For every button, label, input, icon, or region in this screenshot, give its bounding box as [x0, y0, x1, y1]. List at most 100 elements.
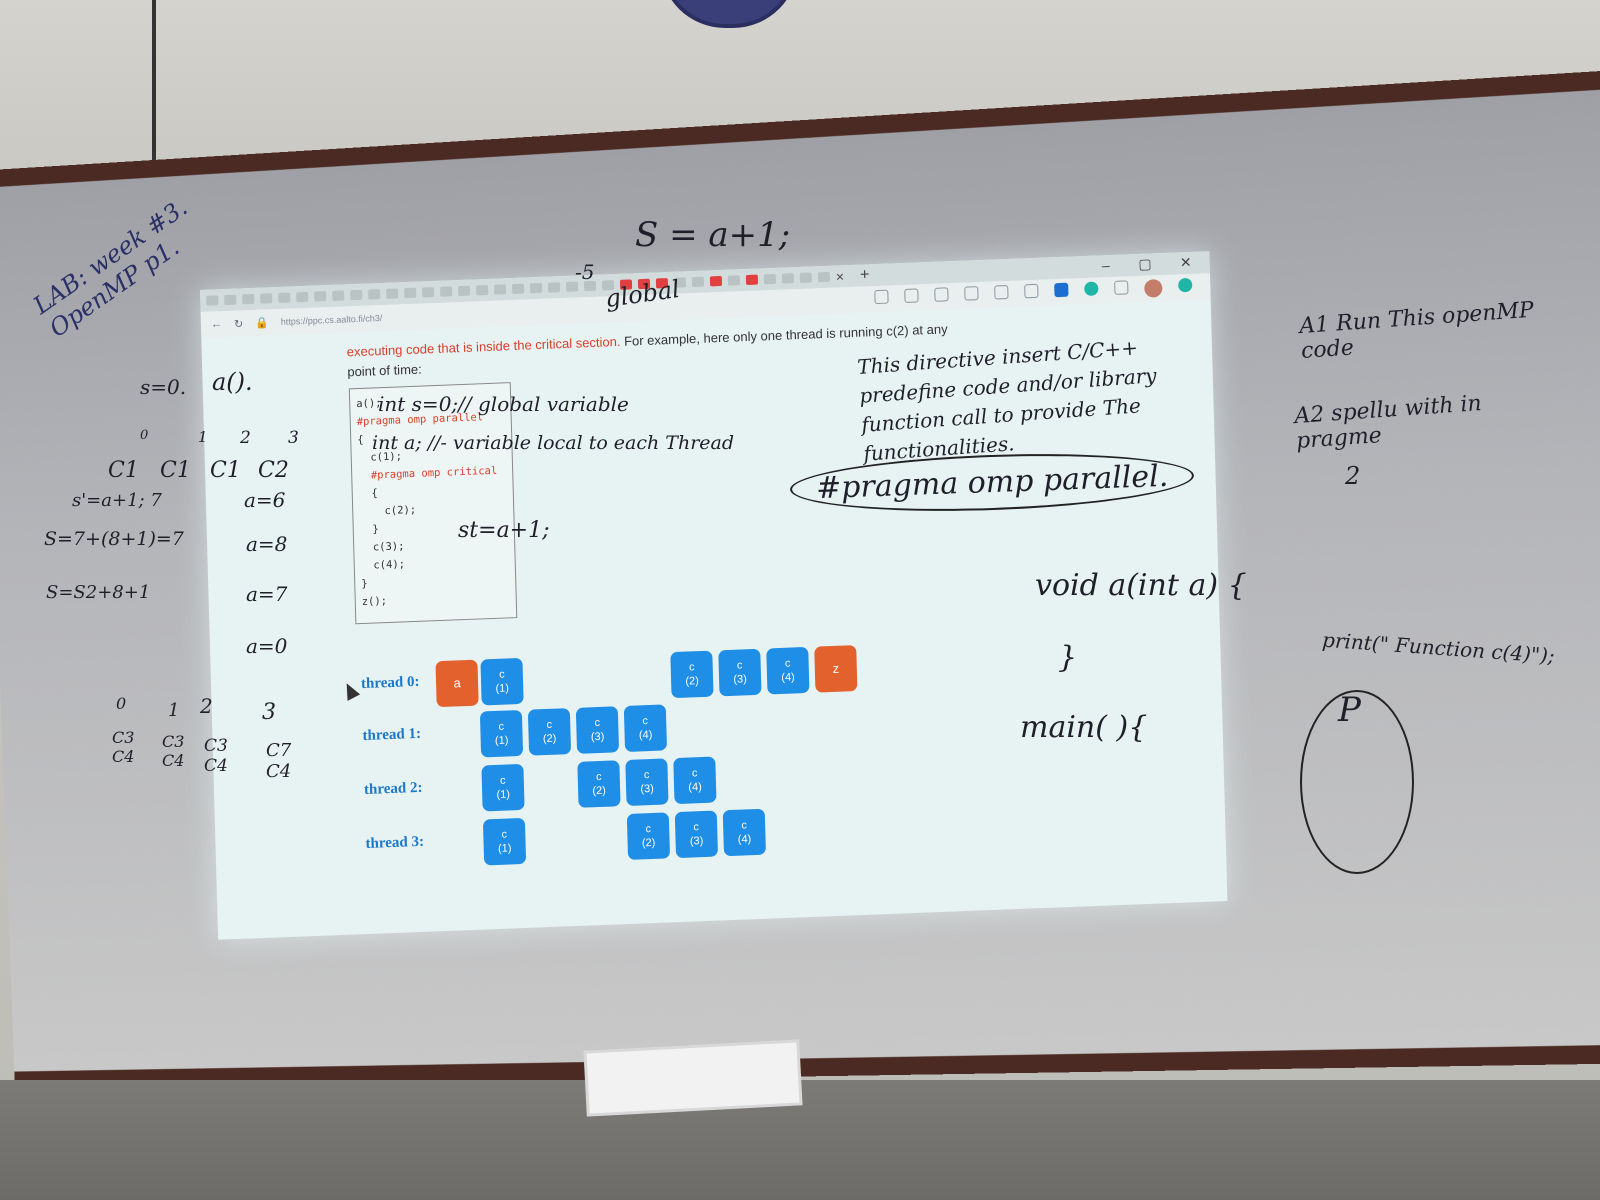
tab-icon[interactable] — [475, 284, 489, 296]
block-func: c — [546, 718, 553, 731]
note-int-s: int s=0;// global variable — [378, 392, 629, 416]
tab-icon[interactable] — [493, 284, 507, 295]
tab-icon[interactable] — [745, 274, 759, 286]
note-table-row-0: C1 — [108, 458, 139, 483]
tab-icon[interactable] — [260, 293, 273, 304]
status-dot-icon[interactable] — [1178, 277, 1193, 293]
back-icon[interactable]: ← — [211, 318, 222, 330]
extension-icon[interactable] — [904, 288, 919, 303]
maximize-icon[interactable]: ▢ — [1138, 255, 1152, 273]
tab-icon[interactable] — [224, 294, 237, 306]
tab-icon[interactable] — [422, 287, 435, 298]
c-call-block: c (4) — [673, 756, 717, 805]
c-call-block: c (4) — [623, 704, 668, 752]
block-arg: (3) — [640, 782, 654, 796]
block-arg: (1) — [497, 842, 512, 855]
note-bottom-head-0: 0 — [116, 694, 127, 713]
c-call-block: c (3) — [718, 648, 762, 697]
block-arg: (2) — [685, 675, 700, 688]
minimize-icon[interactable]: – — [1102, 257, 1110, 273]
tab-icon[interactable] — [350, 289, 363, 301]
note-int-a: int a; //- variable local to each Thread — [372, 432, 735, 454]
function-block-z: z — [814, 645, 858, 693]
block-arg: (2) — [592, 784, 607, 798]
zoom-icon[interactable] — [964, 286, 979, 301]
block-func: c — [645, 823, 652, 836]
tab-icon[interactable] — [440, 286, 453, 297]
note-table-head-1: 1 — [198, 428, 208, 446]
text-size-icon[interactable] — [934, 287, 949, 302]
close-window-icon[interactable]: ✕ — [1180, 254, 1192, 271]
tab-icon[interactable] — [511, 283, 525, 295]
tab-icon[interactable] — [457, 285, 471, 297]
c-call-block: c (4) — [722, 808, 766, 857]
url-field[interactable]: https://ppc.cs.aalto.fi/ch3/ — [281, 313, 383, 327]
c-call-block: c (1) — [482, 817, 527, 866]
c-call-block: c (2) — [626, 812, 671, 860]
block-arg: (2) — [641, 836, 656, 850]
critical-highlight: executing code that is inside the critic… — [346, 333, 621, 360]
favorites-icon[interactable] — [994, 284, 1009, 300]
block-func: c — [595, 770, 602, 784]
tab-icon[interactable] — [386, 288, 399, 299]
tab-icon[interactable] — [799, 272, 813, 283]
reader-icon[interactable] — [874, 289, 889, 305]
block-arg: (3) — [689, 835, 704, 848]
new-tab-icon[interactable]: + — [860, 266, 870, 284]
tab-icon[interactable] — [727, 275, 741, 286]
block-arg: (1) — [495, 682, 510, 695]
tab-icon[interactable] — [368, 289, 381, 300]
block-arg: (4) — [688, 781, 702, 794]
shield-icon[interactable] — [1024, 283, 1039, 299]
c-call-block: c (2) — [670, 650, 714, 699]
c-call-block: c (2) — [577, 760, 621, 808]
tab-icon[interactable] — [529, 282, 543, 294]
note-table-head-3: 3 — [288, 428, 299, 448]
close-tab-icon[interactable]: × — [836, 268, 845, 284]
note-line-1: s'=a+1; 7 — [72, 490, 162, 511]
block-func: c — [643, 769, 650, 782]
note-table-head-0: 0 — [140, 428, 149, 443]
tab-icon[interactable] — [709, 275, 723, 287]
collections-icon[interactable] — [1114, 280, 1129, 295]
tab-icon[interactable] — [817, 271, 831, 283]
note-line-3: S=S2+8+1 — [46, 582, 151, 603]
avatar[interactable] — [1144, 279, 1163, 298]
note-a-call: a(). — [212, 368, 253, 396]
extension-teal-icon[interactable] — [1084, 281, 1099, 297]
c-call-block: c (3) — [674, 810, 719, 859]
block-func: c — [499, 774, 506, 787]
tab-icon[interactable] — [206, 295, 219, 306]
refresh-icon[interactable]: ↻ — [234, 317, 244, 330]
c-call-block: c (2) — [527, 708, 572, 756]
tab-icon[interactable] — [314, 291, 327, 302]
tab-icon[interactable] — [547, 282, 561, 293]
tab-icon[interactable] — [242, 293, 255, 305]
c-call-block: c (1) — [479, 709, 524, 758]
note-bottom-row-2: C3 C4 — [204, 736, 228, 776]
note-assign-2: a=8 — [246, 532, 288, 556]
tab-icon[interactable] — [404, 287, 417, 299]
block-func: c — [736, 659, 743, 672]
tab-icon[interactable] — [781, 273, 795, 284]
block-arg: (4) — [737, 833, 752, 846]
function-block-a: a — [435, 659, 479, 708]
block-func: c — [642, 715, 649, 728]
tab-icon[interactable] — [332, 290, 345, 301]
note-bottom-head-1: 1 — [168, 700, 180, 721]
block-arg: (2) — [542, 732, 557, 746]
bookmark-icon[interactable] — [1054, 282, 1069, 298]
c-call-block: c (1) — [480, 657, 524, 706]
tab-icon[interactable] — [691, 276, 705, 288]
tab-icon[interactable] — [763, 273, 777, 285]
note-brace: } — [1058, 640, 1078, 675]
tab-icon[interactable] — [278, 292, 291, 303]
mouse-cursor-icon — [340, 680, 361, 701]
note-assign-1: a=6 — [244, 488, 286, 512]
note-assign-3: a=7 — [246, 582, 288, 606]
tab-icon[interactable] — [296, 291, 309, 303]
note-main: main( ){ — [1020, 710, 1148, 745]
lock-icon: 🔒 — [255, 316, 270, 330]
note-bottom-row-0: C3 C4 — [112, 728, 135, 766]
block-arg: (1) — [496, 788, 511, 801]
